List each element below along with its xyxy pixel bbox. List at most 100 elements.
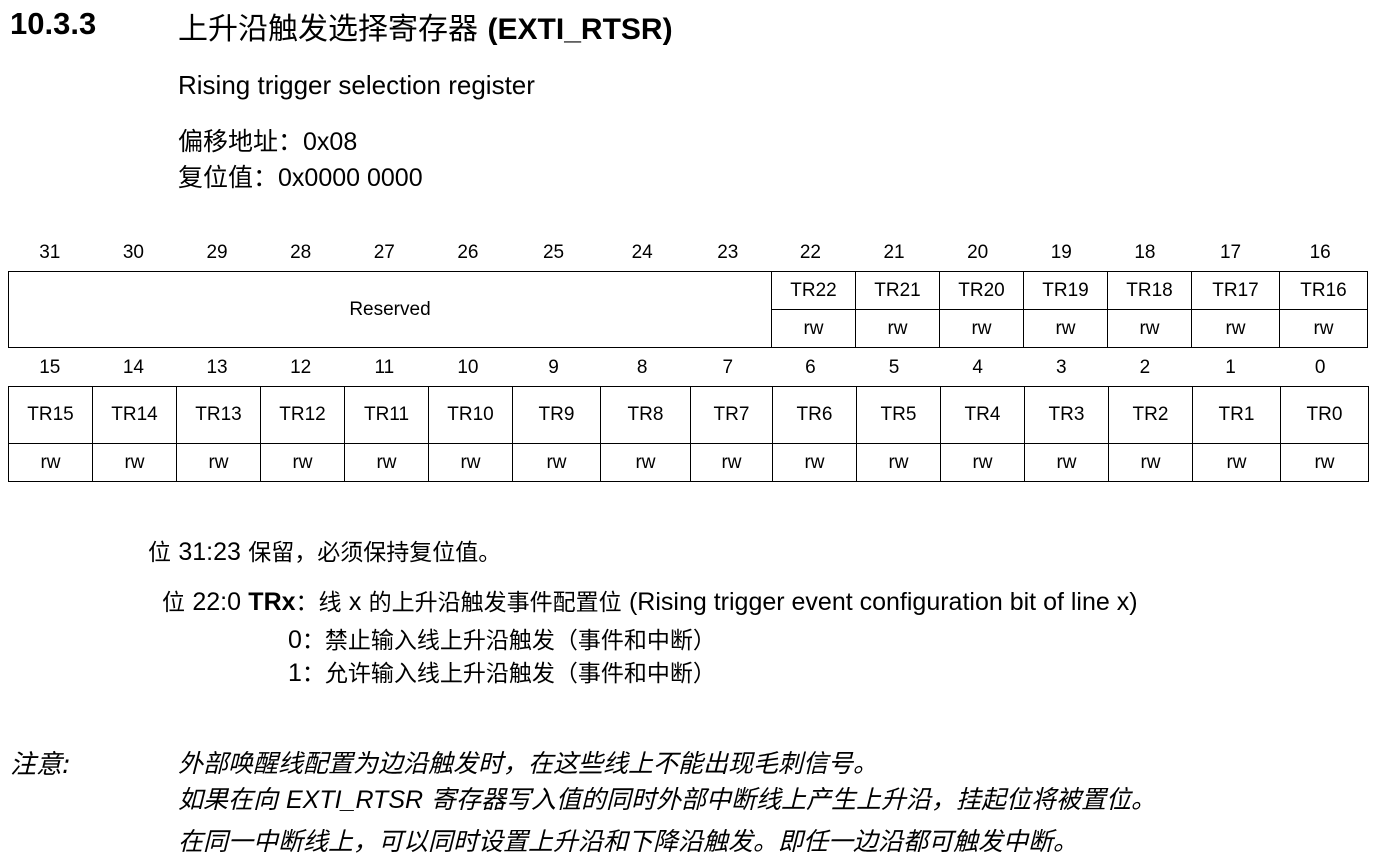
field-tr10: TR10 [428, 386, 513, 444]
bit-label: 位 [148, 540, 171, 566]
bit-number: 10 [457, 357, 479, 378]
field-tr20: TR20 [939, 271, 1024, 310]
section-title-cn: 上升沿触发选择寄存器 [178, 12, 478, 47]
bit-description-cn: 的上升沿触发事件配置位 [368, 590, 622, 616]
field-tr3: TR3 [1024, 386, 1109, 444]
access-rw: rw [92, 443, 177, 482]
bit-desc-31-23: 位 31:23 保留，必须保持复位值。 [148, 533, 501, 567]
access-rw: rw [428, 443, 513, 482]
field-tr5: TR5 [856, 386, 941, 444]
bit-number: 5 [888, 357, 900, 378]
note-label: 注意: [10, 750, 71, 780]
access-rw: rw [855, 309, 940, 348]
field-tr0: TR0 [1280, 386, 1369, 444]
bit-number: 23 [717, 242, 739, 263]
reset-value: 复位值：0x0000 0000 [178, 158, 423, 194]
bit-range: 31:23 [178, 538, 241, 566]
bit-number: 25 [542, 242, 565, 263]
field-tr1: TR1 [1192, 386, 1281, 444]
bit-number: 31 [39, 242, 61, 263]
bit-number: 26 [457, 242, 479, 263]
bit-number: 4 [972, 357, 983, 378]
bit-number: 2 [1139, 357, 1151, 378]
access-rw: rw [8, 443, 93, 482]
bit-number: 22 [799, 242, 821, 263]
option-value: 1 [288, 659, 302, 687]
bit-number: 20 [967, 242, 989, 263]
bit-number: 30 [122, 242, 144, 263]
access-rw: rw [940, 443, 1025, 482]
access-rw: rw [512, 443, 601, 482]
lower-bit-numbers: 15 14 13 12 11 10 9 8 7 6 5 4 3 2 1 0 [8, 357, 1366, 379]
field-tr6: TR6 [772, 386, 857, 444]
field-tr15: TR15 [8, 386, 93, 444]
access-rw: rw [771, 309, 856, 348]
bit-number: 24 [631, 242, 653, 263]
field-tr14: TR14 [92, 386, 177, 444]
field-tr12: TR12 [260, 386, 345, 444]
offset-address: 偏移地址：0x08 [178, 122, 357, 158]
access-rw: rw [260, 443, 345, 482]
bit-number: 27 [373, 242, 395, 263]
bit-number: 19 [1050, 242, 1072, 263]
field-name: TRx [248, 588, 296, 616]
access-rw: rw [600, 443, 691, 482]
bit-number: 17 [1219, 242, 1242, 263]
option-1: 1：允许输入线上升沿触发（事件和中断） [288, 654, 716, 688]
reset-label: 复位值： [178, 163, 279, 192]
access-rw: rw [1279, 309, 1368, 348]
line-variable: x [348, 588, 362, 616]
field-tr13: TR13 [176, 386, 261, 444]
bit-number: 11 [374, 357, 395, 378]
bit-number: 3 [1056, 357, 1067, 378]
field-tr21: TR21 [855, 271, 940, 310]
field-tr11: TR11 [344, 386, 429, 444]
reset-value-text: 0x0000 0000 [278, 164, 423, 192]
access-rw: rw [1023, 309, 1108, 348]
access-rw: rw [1107, 309, 1192, 348]
note-text: 寄存器写入值的同时外部中断线上产生上升沿，挂起位将被置位。 [431, 785, 1157, 814]
option-value: 0 [288, 626, 302, 654]
bit-description-en: (Rising trigger event configuration bit … [628, 588, 1138, 616]
section-number: 10.3.3 [10, 6, 97, 41]
bit-number: 1 [1225, 357, 1236, 378]
note-line-1: 外部唤醒线配置为边沿触发时，在这些线上不能出现毛刺信号。 [178, 749, 879, 778]
bit-number: 16 [1309, 242, 1331, 263]
upper-bit-numbers: 31 30 29 28 27 26 25 24 23 22 21 20 19 1… [8, 242, 1366, 264]
access-rw: rw [1108, 443, 1193, 482]
offset-value: 0x08 [303, 128, 358, 156]
bit-label: 位 [162, 590, 185, 616]
field-tr19: TR19 [1023, 271, 1108, 310]
bit-number: 8 [636, 357, 648, 378]
note-register: EXTI_RTSR [285, 786, 424, 814]
bit-number: 9 [548, 357, 559, 378]
field-tr17: TR17 [1191, 271, 1280, 310]
field-tr4: TR4 [940, 386, 1025, 444]
access-rw: rw [176, 443, 261, 482]
field-tr7: TR7 [690, 386, 773, 444]
access-rw: rw [772, 443, 857, 482]
bit-number: 12 [290, 357, 312, 378]
upper-register-table: Reserved TR22 TR21 TR20 TR19 TR18 TR17 T… [8, 271, 1368, 348]
note-text: 如果在向 [178, 785, 279, 814]
bit-number: 15 [39, 357, 61, 378]
access-rw: rw [1280, 443, 1369, 482]
bit-description: 保留，必须保持复位值。 [248, 540, 502, 566]
access-rw: rw [1192, 443, 1281, 482]
bit-number: 14 [122, 357, 144, 378]
bit-number: 21 [883, 242, 905, 263]
note-line-2: 如果在向 EXTI_RTSR 寄存器写入值的同时外部中断线上产生上升沿，挂起位将… [178, 780, 1156, 816]
option-0: 0：禁止输入线上升沿触发（事件和中断） [288, 621, 716, 655]
access-rw: rw [344, 443, 429, 482]
field-tr8: TR8 [600, 386, 691, 444]
access-rw: rw [1024, 443, 1109, 482]
register-subtitle: Rising trigger selection register [178, 70, 535, 100]
bit-desc-22-0: 位 22:0 TRx：线 x 的上升沿触发事件配置位 (Rising trigg… [162, 583, 1138, 617]
section-title-register: (EXTI_RTSR) [487, 13, 673, 46]
access-rw: rw [690, 443, 773, 482]
bit-number: 29 [206, 242, 228, 263]
bit-number: 18 [1134, 242, 1156, 263]
bit-range: 22:0 [192, 588, 241, 616]
bit-number: 7 [722, 357, 734, 378]
reserved-field: Reserved [8, 271, 772, 348]
